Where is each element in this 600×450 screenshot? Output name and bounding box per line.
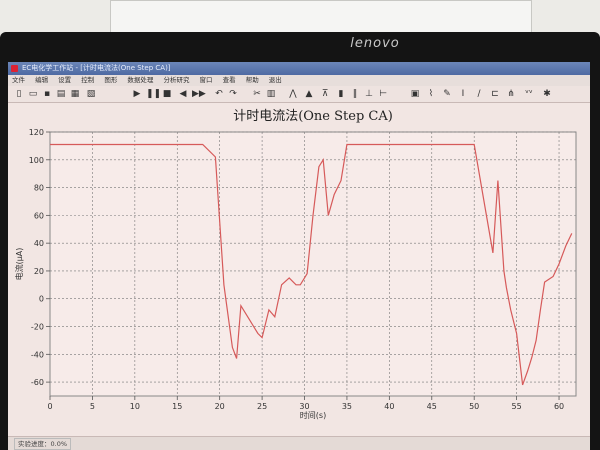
menu-control[interactable]: 控制 (77, 75, 98, 86)
step-back-icon[interactable]: ◀ (178, 89, 188, 99)
menu-file[interactable]: 文件 (8, 75, 29, 86)
menu-view[interactable]: 查看 (219, 75, 240, 86)
chart-settings-icon[interactable]: ▧ (86, 89, 96, 99)
toolbar: ▯ ▭ ▪ ▤ ▦ ▧ ▶ ❚❚ ■ ◀ ▶▶ ↶ ↷ ✂ ▥ ⋀ ▲ ⊼ ▮ … (8, 86, 590, 103)
current-time-chart[interactable]: 0 5 10 15 20 25 30 35 40 45 50 55 60 -60 -40 -20 0 20 40 60… (8, 102, 590, 436)
x-tick-label: 5 (90, 402, 95, 411)
wave-icon[interactable]: ᵛᵛ (524, 89, 534, 99)
tool-icon[interactable]: ✂ (252, 89, 262, 99)
menu-settings[interactable]: 设置 (54, 75, 75, 86)
line-icon[interactable]: ∕ (474, 89, 484, 99)
x-tick-label: 40 (384, 402, 394, 411)
data-icon[interactable]: ▣ (410, 89, 420, 99)
y-tick-label: 120 (29, 128, 44, 137)
print-icon[interactable]: ▤ (56, 89, 66, 99)
x-tick-label: 0 (47, 402, 52, 411)
menu-window[interactable]: 窗口 (196, 75, 217, 86)
y-tick-label: 40 (34, 239, 44, 248)
text-icon[interactable]: I (458, 89, 468, 99)
stop-icon[interactable]: ■ (162, 89, 172, 99)
menu-data-processing[interactable]: 数据处理 (123, 75, 157, 86)
x-tick-label: 10 (130, 402, 140, 411)
color-icon[interactable]: ▮ (336, 89, 346, 99)
peak-icon[interactable]: ⋀ (288, 89, 298, 99)
x-tick-label: 45 (427, 402, 437, 411)
menu-graph[interactable]: 图形 (100, 75, 121, 86)
menu-help[interactable]: 帮助 (242, 75, 263, 86)
y-tick-label: 0 (39, 295, 44, 304)
x-tick-label: 25 (257, 402, 267, 411)
y-tick-label: -40 (31, 350, 44, 359)
plot-area (49, 131, 577, 397)
x-tick-label: 20 (215, 402, 225, 411)
bracket-icon[interactable]: ⊏ (490, 89, 500, 99)
x-tick-label: 60 (554, 402, 564, 411)
x-tick-label: 55 (512, 402, 522, 411)
undo-icon[interactable]: ↶ (214, 89, 224, 99)
fit-icon[interactable]: ⌇ (426, 89, 436, 99)
status-progress: 实验进度：0.0% (14, 438, 72, 450)
step-forward-icon[interactable]: ▶▶ (192, 89, 206, 99)
help-icon[interactable]: ✱ (542, 89, 552, 99)
save-icon[interactable]: ▪ (42, 89, 52, 99)
pause-icon[interactable]: ❚❚ (146, 89, 161, 99)
x-tick-label: 30 (299, 402, 309, 411)
cursor-icon[interactable]: ⊢ (378, 89, 388, 99)
bars-icon[interactable]: ‖ (350, 89, 360, 99)
status-bar: 实验进度：0.0% (8, 436, 590, 450)
y-tick-label: 100 (29, 156, 44, 165)
menu-exit[interactable]: 退出 (265, 75, 286, 86)
window-title: EC电化学工作站 - [计时电流法(One Step CA)] (22, 64, 171, 72)
new-file-icon[interactable]: ▯ (14, 89, 24, 99)
menu-edit[interactable]: 编辑 (31, 75, 52, 86)
y-tick-label: 80 (34, 184, 44, 193)
brush-icon[interactable]: ✎ (442, 89, 452, 99)
axis-icon[interactable]: ⊥ (364, 89, 374, 99)
x-tick-label: 15 (172, 402, 182, 411)
open-folder-icon[interactable]: ▭ (28, 89, 38, 99)
settings-icon[interactable]: ▦ (70, 89, 80, 99)
axis-up-icon[interactable]: ⊼ (320, 89, 330, 99)
monitor-brand-logo: lenovo (350, 36, 400, 51)
app-window: EC电化学工作站 - [计时电流法(One Step CA)] 文件 编辑 设置… (8, 62, 590, 450)
x-tick-label: 50 (469, 402, 479, 411)
graph-icon[interactable]: ▥ (266, 89, 276, 99)
filter-icon[interactable]: ⋔ (506, 89, 516, 99)
y-tick-label: 20 (34, 267, 44, 276)
y-tick-label: -20 (31, 323, 44, 332)
chart-title: 计时电流法(One Step CA) (233, 109, 393, 124)
marker-icon[interactable]: ▲ (304, 89, 314, 99)
y-tick-label: 60 (34, 211, 44, 220)
app-icon (11, 65, 18, 72)
window-titlebar[interactable]: EC电化学工作站 - [计时电流法(One Step CA)] (8, 62, 590, 75)
y-tick-label: -60 (31, 378, 44, 387)
redo-icon[interactable]: ↷ (228, 89, 238, 99)
x-axis-label: 时间(s) (300, 410, 326, 420)
y-axis-label: 电流(μA) (14, 248, 24, 281)
x-tick-label: 35 (342, 402, 352, 411)
menu-bar: 文件 编辑 设置 控制 图形 数据处理 分析研究 窗口 查看 帮助 退出 (8, 75, 590, 86)
menu-analysis[interactable]: 分析研究 (159, 75, 193, 86)
play-icon[interactable]: ▶ (132, 89, 142, 99)
